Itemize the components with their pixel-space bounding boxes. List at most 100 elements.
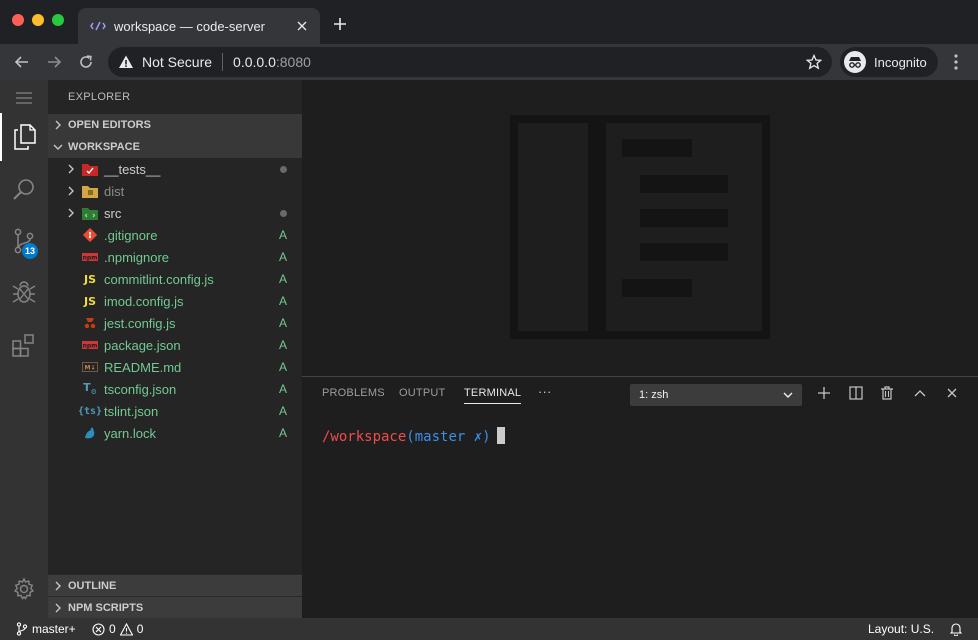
tree-file-5[interactable]: JS commitlint.config.js A	[48, 268, 302, 290]
close-tab-icon[interactable]	[294, 18, 310, 34]
npm-scripts-section[interactable]: NPM SCRIPTS	[48, 596, 302, 619]
notifications-bell-icon[interactable]	[950, 622, 966, 636]
keyboard-layout-status[interactable]: Layout: U.S.	[868, 622, 934, 636]
git-status-badge: A	[278, 426, 287, 440]
trash-icon[interactable]	[879, 385, 895, 401]
outline-label: OUTLINE	[68, 580, 117, 592]
security-label[interactable]: Not Secure	[142, 54, 212, 70]
chevron-down-icon	[50, 139, 66, 155]
problems-status[interactable]: 0 0	[92, 622, 143, 636]
tree-item-label: dist	[104, 183, 125, 199]
forward-icon[interactable]	[44, 52, 64, 72]
modified-dot-icon	[276, 206, 290, 220]
chevron-right-icon[interactable]	[64, 206, 78, 220]
tree-folder-2[interactable]: src	[48, 202, 302, 224]
open-editors-label: OPEN EDITORS	[68, 119, 151, 131]
debug-icon[interactable]	[0, 269, 48, 317]
git-status-badge: A	[278, 228, 287, 242]
open-editors-section[interactable]: OPEN EDITORS	[48, 114, 302, 136]
tree-folder-1[interactable]: dist	[48, 180, 302, 202]
window-controls	[12, 14, 64, 26]
git-status-badge: A	[278, 294, 287, 308]
js-icon: JS	[83, 272, 96, 286]
explorer-sidebar: EXPLORER OPEN EDITORS WORKSPACE __tests_…	[48, 80, 302, 619]
tsconfig-icon: T⚙	[83, 381, 97, 397]
tree-file-11[interactable]: {ts} tslint.json A	[48, 400, 302, 422]
tab-problems[interactable]: PROBLEMS	[322, 387, 385, 399]
tree-file-12[interactable]: yarn.lock A	[48, 422, 302, 444]
more-actions-icon[interactable]: ···	[538, 384, 552, 399]
extensions-icon[interactable]	[0, 321, 48, 369]
terminal-select[interactable]: 1: zsh	[630, 384, 802, 406]
tab-output[interactable]: OUTPUT	[399, 387, 445, 399]
tree-file-3[interactable]: .gitignore A	[48, 224, 302, 246]
tree-item-label: README.md	[104, 359, 182, 375]
error-icon	[92, 622, 105, 636]
npm-icon: npm	[82, 249, 98, 265]
split-terminal-icon[interactable]	[848, 385, 864, 401]
tree-folder-0[interactable]: __tests__	[48, 158, 302, 180]
url-port: :8080	[275, 54, 311, 70]
search-icon[interactable]	[0, 165, 48, 213]
dist-folder-icon	[82, 183, 98, 199]
browser-tab-strip: workspace — code-server	[0, 0, 978, 44]
tree-file-9[interactable]: M↓ README.md A	[48, 356, 302, 378]
close-panel-icon[interactable]	[944, 385, 960, 401]
tree-item-label: imod.config.js	[104, 293, 184, 309]
chevron-right-icon[interactable]	[64, 184, 78, 198]
git-status-badge: A	[278, 360, 287, 374]
bookmark-star-icon[interactable]	[806, 54, 822, 70]
outline-section[interactable]: OUTLINE	[48, 574, 302, 597]
warning-count: 0	[136, 622, 144, 636]
maximize-panel-icon[interactable]	[912, 385, 928, 401]
tree-file-6[interactable]: JS imod.config.js A	[48, 290, 302, 312]
url-host: 0.0.0.0	[233, 54, 276, 70]
tree-item-label: package.json	[104, 337, 181, 353]
chevron-right-icon[interactable]	[64, 162, 78, 176]
git-status-badge: A	[278, 272, 287, 286]
svg-text:npm: npm	[83, 343, 98, 350]
branch-status[interactable]: master+	[16, 622, 76, 636]
tree-item-label: .gitignore	[104, 227, 158, 243]
tests-folder-icon	[82, 161, 98, 177]
incognito-profile-button[interactable]: Incognito	[840, 47, 938, 77]
minimize-window-button[interactable]	[32, 14, 44, 26]
prompt-paren-open: (	[406, 429, 415, 445]
address-bar[interactable]: Not Secure 0.0.0.0 :8080	[108, 47, 832, 77]
explorer-icon[interactable]	[0, 113, 48, 161]
status-bar: master+ 0 0 Layout: U.S.	[0, 618, 978, 640]
browser-toolbar: Not Secure 0.0.0.0 :8080 Incognito	[0, 44, 978, 80]
tree-file-7[interactable]: jest.config.js A	[48, 312, 302, 334]
tree-file-8[interactable]: npm package.json A	[48, 334, 302, 356]
prompt-path: /workspace	[322, 429, 407, 445]
back-icon[interactable]	[12, 52, 32, 72]
source-control-icon[interactable]: 13	[0, 217, 48, 265]
git-status-badge: A	[278, 316, 287, 330]
git-icon	[82, 227, 98, 243]
jest-icon	[82, 315, 98, 331]
code-server-watermark-icon	[510, 115, 770, 339]
tab-terminal[interactable]: TERMINAL	[464, 387, 522, 404]
tab-title: workspace — code-server	[114, 18, 265, 34]
reload-icon[interactable]	[76, 52, 96, 72]
terminal-prompt[interactable]: /workspace(master ✗)	[322, 427, 505, 445]
sidebar-title: EXPLORER	[68, 91, 131, 103]
workspace-label: WORKSPACE	[68, 141, 140, 153]
browser-tab[interactable]: workspace — code-server	[78, 8, 320, 44]
close-window-button[interactable]	[12, 14, 24, 26]
settings-gear-icon[interactable]	[0, 565, 48, 613]
incognito-label: Incognito	[874, 54, 927, 70]
tree-item-label: .npmignore	[104, 249, 170, 265]
warning-icon[interactable]	[118, 54, 134, 70]
new-tab-icon[interactable]	[332, 16, 348, 32]
workspace-section[interactable]: WORKSPACE	[48, 136, 302, 158]
browser-menu-icon[interactable]	[954, 54, 958, 70]
tree-file-4[interactable]: npm .npmignore A	[48, 246, 302, 268]
chevron-right-icon	[50, 578, 66, 594]
maximize-window-button[interactable]	[52, 14, 64, 26]
svg-text:M↓: M↓	[85, 365, 96, 372]
tree-item-label: commitlint.config.js	[104, 271, 214, 287]
tslint-icon: {ts}	[77, 405, 103, 417]
new-terminal-icon[interactable]	[816, 385, 832, 401]
tree-file-10[interactable]: T⚙ tsconfig.json A	[48, 378, 302, 400]
